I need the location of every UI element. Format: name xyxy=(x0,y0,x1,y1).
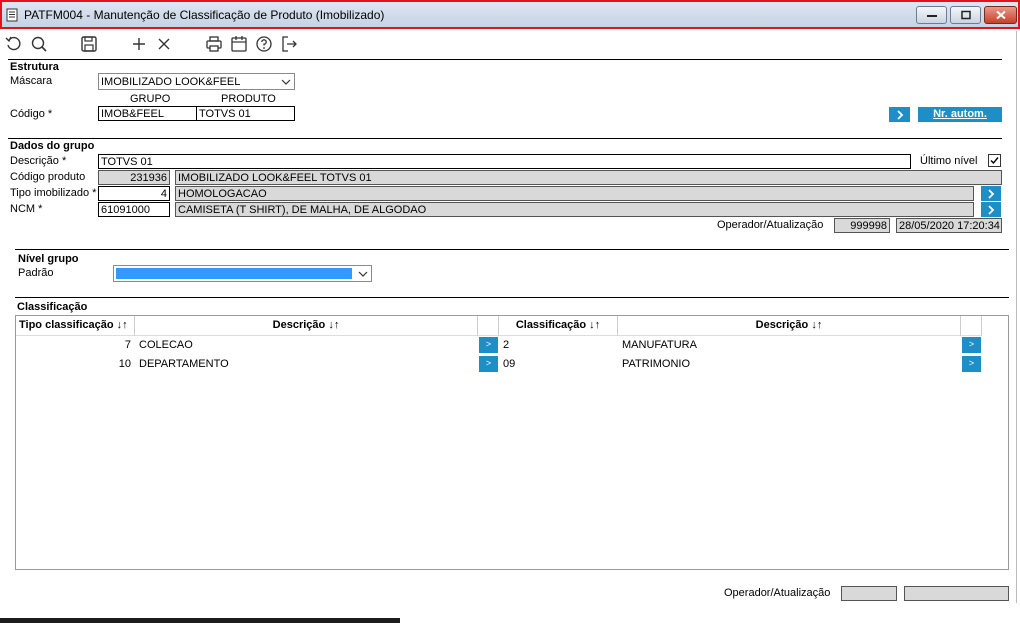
data-atualizacao: 28/05/2020 17:20:34 xyxy=(896,218,1002,233)
cell-descricao: COLECAO xyxy=(139,339,193,351)
padrao-selection-highlight xyxy=(116,268,352,279)
calendar-icon xyxy=(231,36,247,52)
mascara-label: Máscara xyxy=(10,75,53,87)
cell-classificacao[interactable]: 2 xyxy=(503,339,509,351)
print-icon xyxy=(206,36,222,52)
undo-icon xyxy=(5,36,21,51)
window-frame-right xyxy=(1016,31,1017,603)
ncm-label: NCM * xyxy=(10,203,43,215)
codigo-produto-label: Código produto xyxy=(10,171,86,183)
divider xyxy=(15,297,1009,298)
column-header-blank xyxy=(478,316,499,336)
save-button[interactable] xyxy=(80,35,98,53)
row-lookup-button[interactable]: > xyxy=(479,337,498,353)
save-icon xyxy=(81,36,97,52)
add-icon xyxy=(133,38,145,50)
ncm-desc: CAMISETA (T SHIRT), DE MALHA, DE ALGODAO xyxy=(175,202,974,217)
operador-label: Operador/Atualização xyxy=(717,219,824,231)
cell-descricao-2: PATRIMONIO xyxy=(622,358,691,370)
column-header-blank xyxy=(961,316,982,336)
classificacao-table: Tipo classificação ↓↑ Descrição ↓↑ Class… xyxy=(15,315,1009,570)
exit-icon xyxy=(282,36,297,52)
search-button[interactable] xyxy=(30,35,48,53)
codigo-produto-field[interactable]: TOTVS 01 xyxy=(196,106,295,121)
chevron-down-icon xyxy=(281,79,291,85)
mascara-select[interactable]: IMOBILIZADO LOOK&FEEL xyxy=(98,73,295,90)
taskbar-edge xyxy=(0,618,400,623)
cell-tipo: 7 xyxy=(124,339,131,351)
minimize-button[interactable] xyxy=(916,6,947,24)
footer-data-field xyxy=(904,586,1009,601)
restore-button[interactable] xyxy=(950,6,981,24)
codigo-grupo-field[interactable]: IMOB&FEEL xyxy=(98,106,197,121)
row-lookup-button[interactable]: > xyxy=(962,337,981,353)
calendar-button[interactable] xyxy=(230,35,248,53)
padrao-select[interactable] xyxy=(113,265,372,282)
codigo-produto-value: 231936 xyxy=(98,170,170,185)
ultimo-nivel-label: Último nível xyxy=(920,155,978,167)
cell-classificacao[interactable]: 09 xyxy=(503,358,515,370)
column-header-classificacao[interactable]: Classificação ↓↑ xyxy=(499,316,618,336)
help-button[interactable] xyxy=(255,35,273,53)
search-icon xyxy=(31,36,47,52)
row-lookup-button[interactable]: > xyxy=(962,356,981,372)
codigo-go-button[interactable] xyxy=(889,107,910,122)
checkmark-icon xyxy=(990,157,999,165)
footer-operador-label: Operador/Atualização xyxy=(724,587,831,599)
tipo-imob-label: Tipo imobilizado * xyxy=(10,187,97,199)
chevron-right-icon xyxy=(988,205,995,215)
operador-value: 999998 xyxy=(834,218,890,233)
divider xyxy=(8,138,1002,139)
delete-icon xyxy=(158,38,170,50)
chevron-right-icon xyxy=(896,110,903,120)
tipo-imob-lookup-button[interactable] xyxy=(981,186,1001,201)
exit-button[interactable] xyxy=(280,35,298,53)
codigo-label: Código * xyxy=(10,108,53,120)
nr-autom-button[interactable]: Nr. autom. xyxy=(918,107,1002,122)
chevron-right-icon xyxy=(988,189,995,199)
main-window: PATFM004 - Manutenção de Classificação d… xyxy=(0,0,1020,623)
section-title-estrutura: Estrutura xyxy=(10,61,59,73)
cell-descricao: DEPARTAMENTO xyxy=(139,358,229,370)
print-button[interactable] xyxy=(205,35,223,53)
section-title-classificacao: Classificação xyxy=(17,301,88,313)
tipo-imob-desc: HOMOLOGACAO xyxy=(175,186,974,201)
column-header-tipo[interactable]: Tipo classificação ↓↑ xyxy=(16,316,135,336)
add-button[interactable] xyxy=(130,35,148,53)
window-title: PATFM004 - Manutenção de Classificação d… xyxy=(24,8,385,22)
descricao-label: Descrição * xyxy=(10,155,67,167)
column-header-descricao-2[interactable]: Descrição ↓↑ xyxy=(618,316,961,336)
delete-button[interactable] xyxy=(155,35,173,53)
undo-button[interactable] xyxy=(5,35,23,53)
close-button[interactable] xyxy=(984,6,1017,24)
row-lookup-button[interactable]: > xyxy=(479,356,498,372)
title-bar: PATFM004 - Manutenção de Classificação d… xyxy=(0,0,1020,29)
mascara-value: IMOBILIZADO LOOK&FEEL xyxy=(101,76,241,88)
produto-header: PRODUTO xyxy=(221,93,276,105)
document-icon xyxy=(6,8,18,22)
grupo-header: GRUPO xyxy=(130,93,171,105)
cell-descricao-2: MANUFATURA xyxy=(622,339,697,351)
cell-tipo: 10 xyxy=(118,358,131,370)
section-title-dados-grupo: Dados do grupo xyxy=(10,140,95,152)
codigo-extra-field[interactable] xyxy=(296,106,881,121)
ncm-field[interactable]: 61091000 xyxy=(98,202,170,217)
section-title-nivel-grupo: Nível grupo xyxy=(18,253,79,265)
footer-operador-field xyxy=(841,586,897,601)
restore-icon xyxy=(960,10,971,20)
ncm-lookup-button[interactable] xyxy=(981,202,1001,217)
padrao-label: Padrão xyxy=(18,267,54,279)
divider xyxy=(15,249,1009,250)
codigo-produto-desc: IMOBILIZADO LOOK&FEEL TOTVS 01 xyxy=(175,170,1002,185)
tipo-imob-field[interactable]: 4 xyxy=(98,186,170,201)
divider xyxy=(8,59,1002,60)
toolbar xyxy=(0,31,1020,57)
close-icon xyxy=(995,10,1006,20)
chevron-down-icon xyxy=(358,271,368,277)
help-icon xyxy=(256,36,272,52)
ultimo-nivel-checkbox[interactable] xyxy=(988,154,1001,167)
descricao-field[interactable]: TOTVS 01 xyxy=(98,154,911,169)
column-header-descricao[interactable]: Descrição ↓↑ xyxy=(135,316,478,336)
minimize-icon xyxy=(926,15,937,17)
